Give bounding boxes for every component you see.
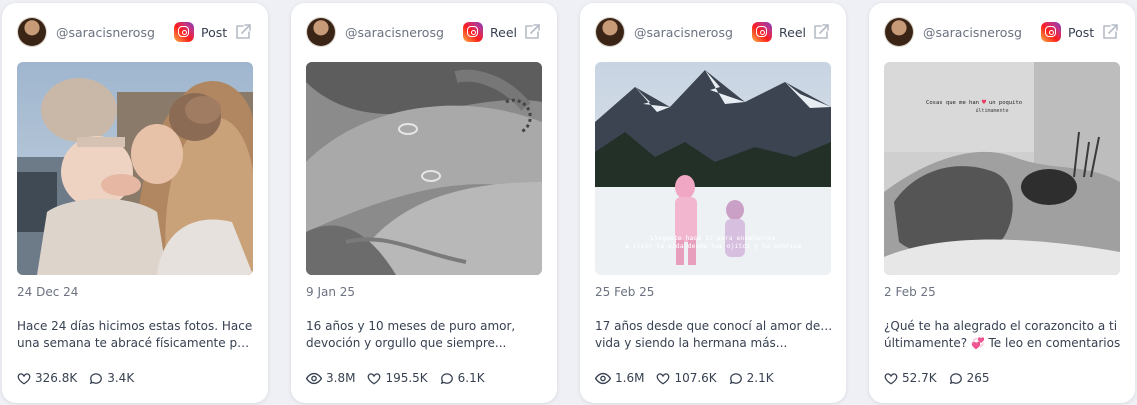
comments-stat: 265 bbox=[949, 371, 990, 385]
post-type-label: Post bbox=[201, 25, 228, 40]
avatar bbox=[307, 18, 335, 46]
caption-line: una semana te abracé físicamente por... bbox=[17, 336, 255, 350]
post-type-label: Reel bbox=[490, 25, 517, 40]
post-stats: 1.6M 107.6K 2.1K bbox=[595, 371, 786, 385]
video-overlay-text: Llegaste hace 17 para enseñarnos bbox=[650, 234, 775, 242]
post-type-label: Post bbox=[1068, 25, 1095, 40]
comments-stat: 6.1K bbox=[440, 371, 485, 385]
caption-line: vida y siendo la hermana más... bbox=[595, 336, 788, 350]
likes-count: 326.8K bbox=[35, 371, 78, 385]
post-caption: Hace 24 días hicimos estas fotos. Hace u… bbox=[17, 318, 255, 352]
external-link-icon[interactable] bbox=[812, 23, 830, 41]
image-overlay-text: un poquito bbox=[989, 100, 1022, 106]
post-image[interactable]: Llegaste hace 17 para enseñarnos a vivir… bbox=[595, 62, 831, 275]
post-header: @saracisnerosg Post bbox=[17, 17, 253, 49]
heart-icon bbox=[368, 372, 381, 385]
caption-text: Te leo en comentarios bbox=[984, 336, 1121, 350]
post-date: 24 Dec 24 bbox=[17, 285, 79, 299]
instagram-icon bbox=[174, 22, 194, 42]
instagram-icon bbox=[1041, 22, 1061, 42]
views-stat: 1.6M bbox=[595, 371, 644, 385]
post-date: 2 Feb 25 bbox=[884, 285, 936, 299]
caption-line: Hace 24 días hicimos estas fotos. Hace bbox=[17, 319, 253, 333]
post-card[interactable]: @saracisnerosg Reel Llegaste hace 17 par… bbox=[580, 3, 846, 403]
post-card[interactable]: @saracisnerosg Post Cosas que me han ♥ u… bbox=[869, 3, 1135, 403]
post-caption: 16 años y 10 meses de puro amor, devoció… bbox=[306, 318, 544, 352]
post-card[interactable]: @saracisnerosg Post 24 Dec 24 Hace 24 dí… bbox=[2, 3, 268, 403]
account-handle[interactable]: @saracisnerosg bbox=[923, 25, 1022, 40]
likes-count: 107.6K bbox=[674, 371, 717, 385]
heart-icon bbox=[657, 372, 670, 385]
external-link-icon[interactable] bbox=[234, 23, 252, 41]
avatar bbox=[18, 18, 46, 46]
caption-line: 16 años y 10 meses de puro amor, bbox=[306, 319, 516, 333]
caption-line: devoción y orgullo que siempre... bbox=[306, 336, 507, 350]
views-stat: 3.8M bbox=[306, 371, 355, 385]
instagram-icon bbox=[752, 22, 772, 42]
post-header: @saracisnerosg Reel bbox=[306, 17, 542, 49]
views-count: 1.6M bbox=[615, 371, 645, 385]
image-overlay-text: últimamente bbox=[975, 107, 1008, 114]
likes-stat: 107.6K bbox=[656, 371, 717, 385]
likes-stat: 195.5K bbox=[367, 371, 428, 385]
likes-stat: 326.8K bbox=[17, 371, 77, 385]
caption-line: últimamente? 💞 Te leo en comentarios bbox=[884, 335, 1122, 352]
post-image[interactable] bbox=[17, 62, 253, 275]
heart-emoji: ♥ bbox=[981, 99, 986, 106]
instagram-icon bbox=[463, 22, 483, 42]
heart-icon bbox=[17, 372, 31, 385]
comment-icon bbox=[729, 372, 742, 384]
avatar bbox=[596, 18, 624, 46]
external-link-icon[interactable] bbox=[1101, 23, 1119, 41]
external-link-icon[interactable] bbox=[523, 23, 541, 41]
eye-icon bbox=[306, 372, 322, 384]
comments-count: 265 bbox=[966, 371, 990, 385]
caption-text: últimamente? bbox=[884, 336, 968, 350]
post-image[interactable] bbox=[306, 62, 542, 275]
post-stats: 52.7K 265 bbox=[884, 371, 1002, 385]
account-handle[interactable]: @saracisnerosg bbox=[634, 25, 733, 40]
comments-count: 2.1K bbox=[746, 371, 774, 385]
likes-stat: 52.7K bbox=[884, 371, 937, 385]
heart-icon bbox=[884, 372, 898, 385]
post-date: 9 Jan 25 bbox=[306, 285, 356, 299]
post-stats: 3.8M 195.5K 6.1K bbox=[306, 371, 497, 385]
caption-line: 17 años desde que conocí al amor de mi bbox=[595, 319, 833, 333]
post-card[interactable]: @saracisnerosg Reel 9 Jan 25 16 años y 1… bbox=[291, 3, 557, 403]
views-count: 3.8M bbox=[326, 371, 356, 385]
post-caption: ¿Qué te ha alegrado el corazoncito a ti … bbox=[884, 318, 1122, 352]
post-caption: 17 años desde que conocí al amor de mi v… bbox=[595, 318, 833, 352]
likes-count: 195.5K bbox=[385, 371, 428, 385]
account-handle[interactable]: @saracisnerosg bbox=[345, 25, 444, 40]
account-handle[interactable]: @saracisnerosg bbox=[56, 25, 155, 40]
post-header: @saracisnerosg Post bbox=[884, 17, 1120, 49]
post-date: 25 Feb 25 bbox=[595, 285, 655, 299]
image-overlay-text: Cosas que me han bbox=[926, 100, 979, 106]
comments-stat: 3.4K bbox=[89, 371, 134, 385]
eye-icon bbox=[595, 372, 611, 384]
comments-count: 6.1K bbox=[457, 371, 485, 385]
comment-icon bbox=[440, 372, 453, 384]
post-type-label: Reel bbox=[779, 25, 806, 40]
comments-count: 3.4K bbox=[107, 371, 135, 385]
post-stats: 326.8K 3.4K bbox=[17, 371, 146, 385]
avatar bbox=[885, 18, 913, 46]
two-hearts-emoji: 💞 bbox=[970, 337, 985, 350]
post-image[interactable]: Cosas que me han ♥ un poquito últimament… bbox=[884, 62, 1120, 275]
video-overlay-text: a vivir la vida desde tus ojitos y tu so… bbox=[625, 242, 801, 250]
likes-count: 52.7K bbox=[902, 371, 937, 385]
caption-line: ¿Qué te ha alegrado el corazoncito a ti bbox=[884, 319, 1118, 333]
comment-icon bbox=[949, 372, 962, 384]
post-header: @saracisnerosg Reel bbox=[595, 17, 831, 49]
comment-icon bbox=[89, 372, 103, 384]
comments-stat: 2.1K bbox=[729, 371, 774, 385]
